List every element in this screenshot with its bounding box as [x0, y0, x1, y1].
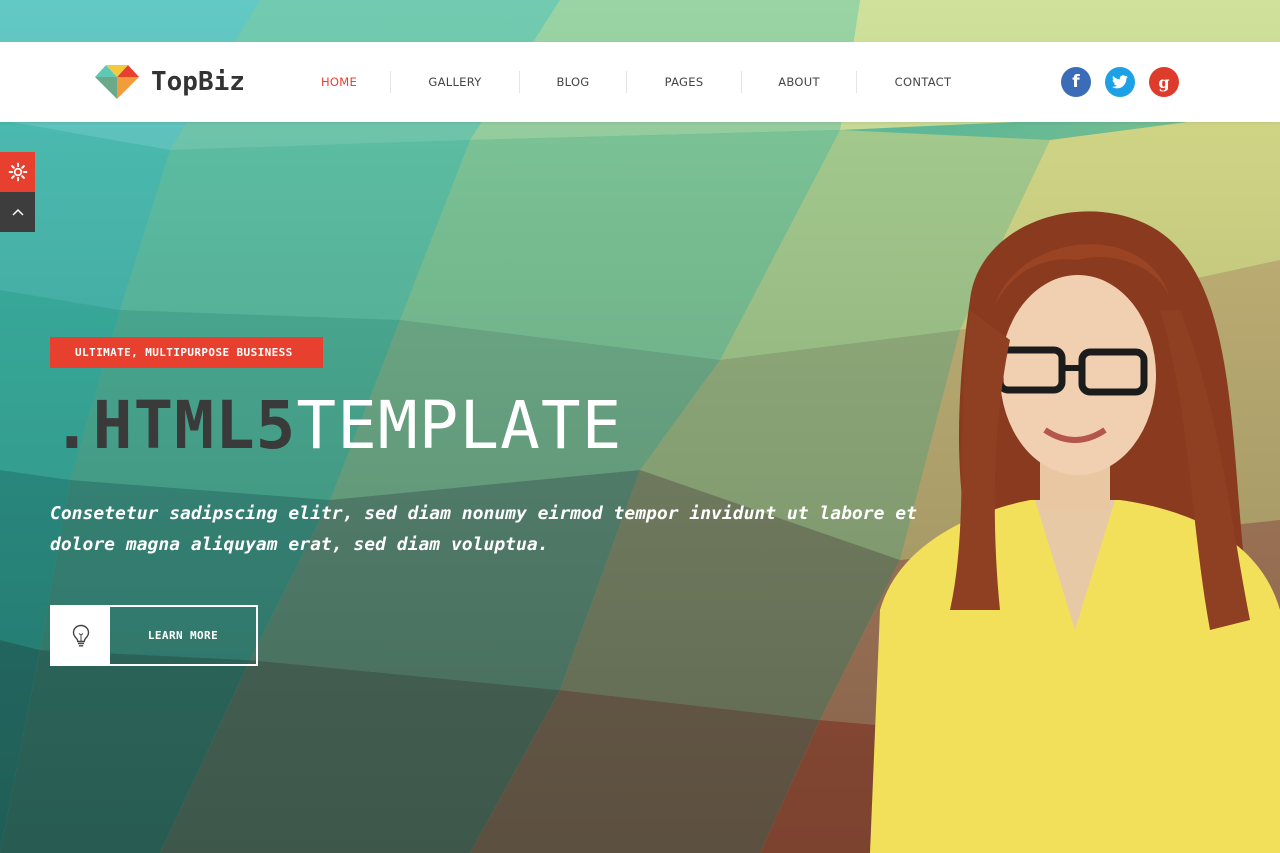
nav-item-pages[interactable]: PAGES: [627, 42, 741, 122]
nav-item-gallery[interactable]: GALLERY: [391, 42, 519, 122]
facebook-icon[interactable]: f: [1061, 67, 1091, 97]
gear-icon[interactable]: [0, 152, 35, 192]
main-nav: HOME GALLERY BLOG PAGES ABOUT CONTACT: [288, 42, 989, 122]
lightbulb-icon: [52, 607, 110, 664]
nav-item-home[interactable]: HOME: [288, 42, 390, 122]
headline-light-part: TEMPLATE: [296, 387, 623, 464]
top-navbar: TopBiz HOME GALLERY BLOG PAGES ABOUT CON…: [0, 42, 1280, 122]
twitter-bird-icon[interactable]: [1105, 67, 1135, 97]
headline-dark-part: .HTML5: [52, 387, 297, 464]
nav-item-about[interactable]: ABOUT: [742, 42, 856, 122]
social-links: f g: [1061, 67, 1179, 97]
diamond-heart-logo-icon: [95, 65, 139, 99]
hero-tag-badge: ULTIMATE, MULTIPURPOSE BUSINESS: [50, 337, 323, 368]
chevron-up-icon[interactable]: [0, 192, 35, 232]
learn-more-button[interactable]: LEARN MORE: [50, 605, 258, 666]
hero-headline: .HTML5TEMPLATE: [52, 388, 622, 464]
side-tools: [0, 152, 35, 232]
hero-lead-line-1: Consetetur sadipscing elitr, sed diam no…: [50, 503, 917, 524]
brand-logo[interactable]: TopBiz: [95, 65, 245, 99]
hero-lead-line-2: dolore magna aliquyam erat, sed diam vol…: [50, 534, 549, 555]
nav-item-contact[interactable]: CONTACT: [857, 42, 989, 122]
brand-name: TopBiz: [151, 67, 245, 97]
learn-more-label: LEARN MORE: [147, 629, 219, 642]
hero-lead-text: Consetetur sadipscing elitr, sed diam no…: [50, 498, 950, 560]
nav-item-blog[interactable]: BLOG: [520, 42, 626, 122]
google-plus-icon[interactable]: g: [1149, 67, 1179, 97]
